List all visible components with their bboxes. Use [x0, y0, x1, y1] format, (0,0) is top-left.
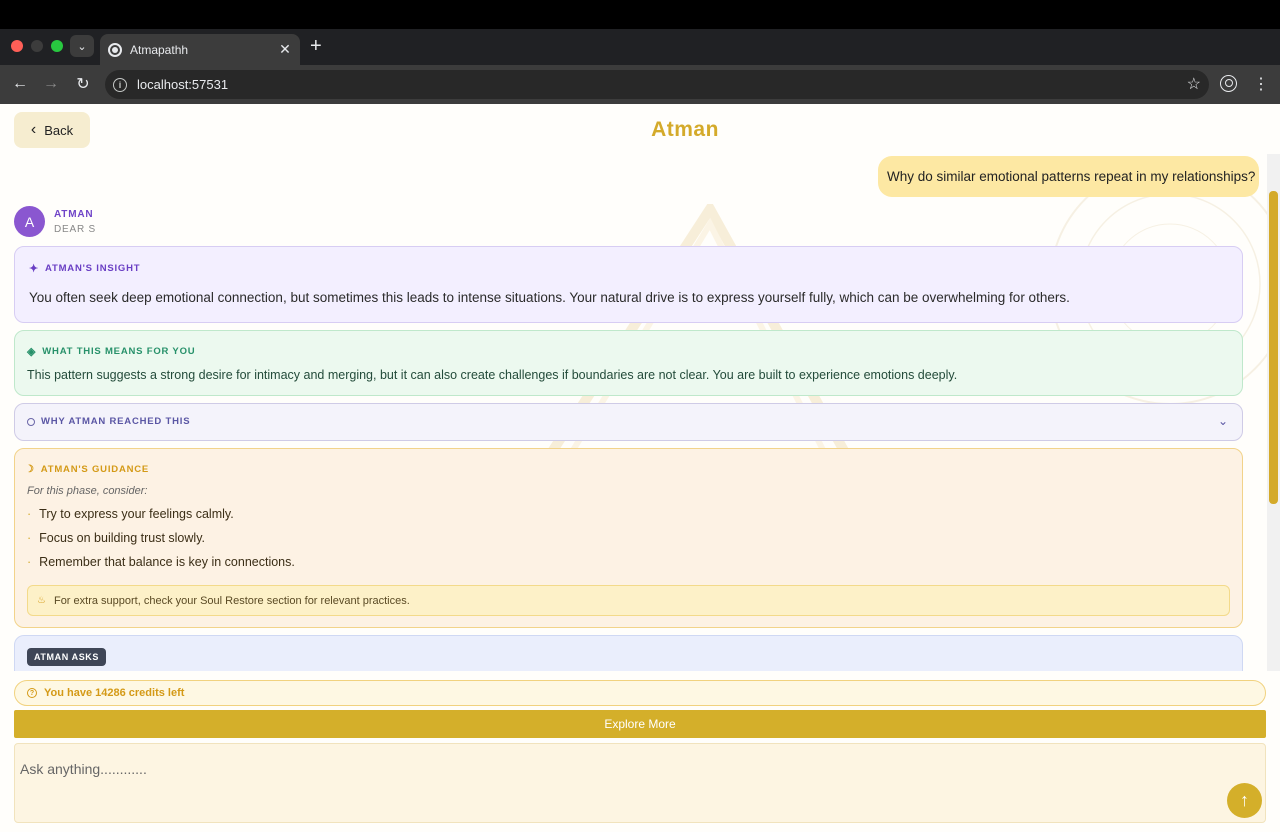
explore-more-button[interactable]: Explore More: [14, 710, 1266, 738]
arrow-left-icon[interactable]: ←: [9, 73, 31, 95]
star-icon[interactable]: ☆: [1187, 74, 1201, 94]
assistant-name: ATMAN: [54, 209, 94, 220]
list-item: · Focus on building trust slowly.: [27, 531, 205, 545]
scrollbar-thumb[interactable]: [1269, 191, 1278, 504]
user-message-bubble: Why do similar emotional patterns repeat…: [878, 156, 1259, 197]
bullet-icon: ·: [27, 555, 32, 569]
composer-area: ? You have 14286 credits left Explore Mo…: [0, 671, 1280, 832]
guidance-heading-label: ATMAN'S GUIDANCE: [40, 464, 150, 475]
support-tip: ♨ For extra support, check your Soul Res…: [27, 585, 1230, 616]
means-card: ◈ WHAT THIS MEANS FOR YOU This pattern s…: [14, 330, 1243, 396]
why-heading-label: WHY ATMAN REACHED THIS: [41, 416, 191, 427]
tab-strip: ⌄ Atmapathh ✕ +: [0, 29, 1280, 65]
guidance-heading: ☽ ATMAN'S GUIDANCE: [25, 464, 149, 475]
assistant-subtitle: DEAR S: [54, 224, 97, 235]
chevron-down-icon: ⌄: [77, 40, 87, 53]
guidance-item-text: Focus on building trust slowly.: [39, 531, 205, 545]
page-title: Atman: [651, 118, 719, 141]
means-heading-label: WHAT THIS MEANS FOR YOU: [42, 346, 196, 357]
credits-text: You have 14286 credits left: [44, 687, 185, 699]
tab-title: Atmapathh: [130, 42, 189, 57]
avatar: A: [14, 206, 45, 237]
insight-card: ✦ ATMAN'S INSIGHT You often seek deep em…: [14, 246, 1243, 323]
kebab-icon[interactable]: ⋮: [1253, 74, 1269, 94]
arrow-right-icon[interactable]: →: [40, 73, 62, 95]
sparkle-icon: ✦: [29, 263, 40, 275]
why-card[interactable]: WHY ATMAN REACHED THIS ⌄: [14, 403, 1243, 441]
credits-banner: ? You have 14286 credits left: [14, 680, 1266, 706]
send-button[interactable]: ↑: [1227, 783, 1262, 818]
list-item: · Try to express your feelings calmly.: [27, 507, 234, 521]
page-content: ‹ Back Atman Why do similar emotional pa…: [0, 104, 1280, 832]
address-bar[interactable]: i localhost:57531 ☆: [105, 70, 1209, 99]
ask-input[interactable]: Ask anything............ ↑: [14, 743, 1266, 823]
system-top-bar: [0, 0, 1280, 29]
guidance-card: ☽ ATMAN'S GUIDANCE For this phase, consi…: [14, 448, 1243, 628]
plus-icon[interactable]: +: [310, 34, 322, 58]
lotus-icon: ♨: [37, 595, 46, 606]
window-minimize-button[interactable]: [31, 40, 43, 52]
moon-icon: ☽: [25, 464, 35, 475]
favicon-icon: [108, 42, 122, 57]
ask-placeholder[interactable]: Ask anything............: [20, 761, 147, 777]
bullet-icon: ·: [27, 507, 32, 521]
url-text[interactable]: localhost:57531: [137, 77, 228, 92]
why-heading[interactable]: WHY ATMAN REACHED THIS: [27, 416, 190, 427]
means-heading: ◈ WHAT THIS MEANS FOR YOU: [27, 345, 195, 358]
profile-icon[interactable]: [1220, 75, 1237, 92]
arrow-up-icon: ↑: [1240, 790, 1249, 810]
bullet-icon: ·: [27, 531, 32, 545]
guidance-intro: For this phase, consider:: [27, 485, 148, 497]
means-text: This pattern suggests a strong desire fo…: [27, 368, 958, 382]
insight-heading-label: ATMAN'S INSIGHT: [45, 263, 141, 274]
insight-text: You often seek deep emotional connection…: [29, 290, 1070, 305]
insight-heading: ✦ ATMAN'S INSIGHT: [29, 262, 140, 275]
help-circle-icon: ?: [27, 688, 37, 698]
browser-tab[interactable]: Atmapathh ✕: [100, 34, 300, 65]
asks-badge: ATMAN ASKS: [27, 648, 106, 666]
info-icon[interactable]: i: [113, 77, 127, 92]
support-tip-text: For extra support, check your Soul Resto…: [53, 594, 410, 607]
guidance-item-text: Remember that balance is key in connecti…: [39, 555, 295, 569]
guidance-item-text: Try to express your feelings calmly.: [39, 507, 234, 521]
chevron-down-icon[interactable]: ⌄: [1218, 414, 1228, 428]
list-item: · Remember that balance is key in connec…: [27, 555, 295, 569]
window-maximize-button[interactable]: [51, 40, 63, 52]
circle-icon: [27, 417, 35, 426]
reload-icon[interactable]: ↻: [72, 73, 94, 95]
tab-search-button[interactable]: ⌄: [70, 35, 94, 57]
browser-toolbar: ← → ↻ i localhost:57531 ☆ ⋮: [0, 65, 1280, 104]
diamond-icon: ◈: [27, 346, 37, 358]
window-close-button[interactable]: [11, 40, 23, 52]
close-icon[interactable]: ✕: [278, 41, 292, 58]
chat-scrollbar[interactable]: [1267, 154, 1280, 671]
